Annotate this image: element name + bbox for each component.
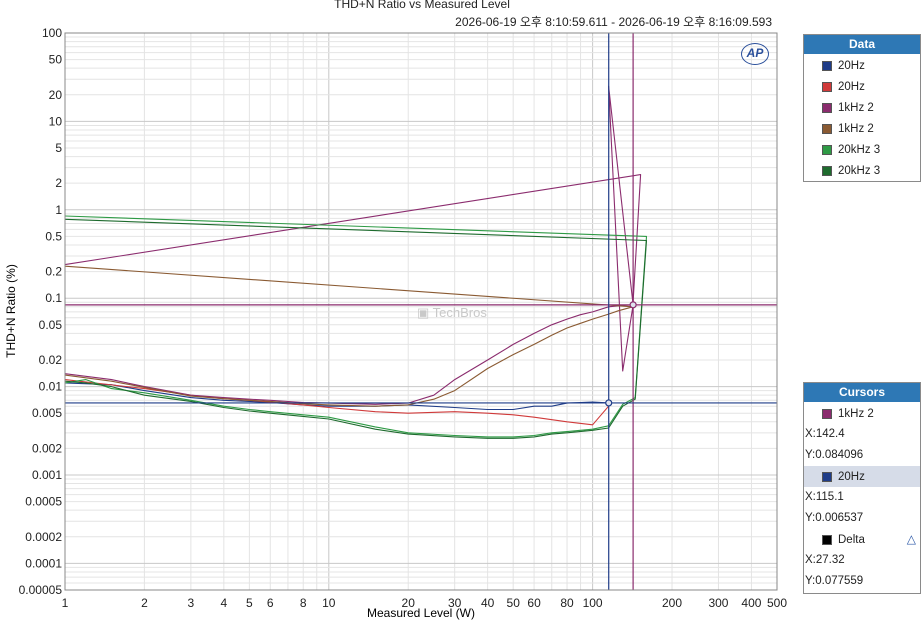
legend-item-1khz-b[interactable]: 1kHz 2 [804, 118, 920, 139]
legend-item-20hz-b[interactable]: 20Hz [804, 76, 920, 97]
y-tick-label: 0.00005 [19, 583, 63, 597]
x-tick-label: 300 [708, 596, 728, 610]
y-axis-label: THD+N Ratio (%) [4, 264, 18, 358]
x-tick-label: 3 [188, 596, 195, 610]
y-tick-label: 10 [49, 114, 63, 128]
cursor-1-x: X:142.4 [805, 428, 845, 440]
y-tick-label: 0.002 [32, 441, 62, 455]
y-tick-label: 1 [55, 203, 62, 217]
delta-icon[interactable]: △ [907, 532, 916, 546]
cursor-swatch [822, 471, 832, 482]
delta-x: X:27.32 [805, 554, 845, 566]
y-tick-label: 0.0001 [25, 556, 62, 570]
y-tick-label: 100 [42, 26, 62, 40]
data-legend-panel: Data 20Hz 20Hz 1kHz 2 1kHz 2 20kHz 3 20k… [803, 34, 921, 182]
y-tick-label: 0.5 [45, 229, 62, 243]
x-tick-label: 8 [300, 596, 307, 610]
x-tick-label: 100 [583, 596, 603, 610]
y-tick-label: 0.0005 [25, 495, 62, 509]
cursor-swatch [822, 408, 832, 419]
x-tick-label: 4 [220, 596, 227, 610]
legend-label: 20Hz [838, 80, 865, 93]
legend-swatch [822, 123, 832, 134]
cursor-1-marker [629, 301, 637, 309]
y-tick-label: 0.2 [45, 265, 62, 279]
y-tick-label: 5 [55, 141, 62, 155]
x-tick-label: 1 [62, 596, 69, 610]
watermark-text: TechBros [432, 305, 487, 320]
y-tick-label: 0.01 [39, 380, 63, 394]
cursor-1-y: Y:0.084096 [805, 449, 864, 461]
x-tick-label: 200 [662, 596, 682, 610]
y-tick-label: 50 [49, 53, 63, 67]
legend-swatch [822, 102, 832, 113]
legend-swatch [822, 144, 832, 155]
cursors-panel-header: Cursors [804, 383, 920, 403]
y-tick-label: 0.02 [39, 353, 63, 367]
cursor-2-item[interactable]: 20Hz [804, 466, 920, 487]
cursors-panel: Cursors 1kHz 2 X:142.4 Y:0.084096 20Hz X… [803, 382, 921, 594]
y-tick-label: 0.1 [45, 291, 62, 305]
cursor-2-y: Y:0.006537 [805, 512, 864, 524]
legend-swatch [822, 81, 832, 92]
delta-y: Y:0.077559 [805, 575, 864, 587]
legend-label: 20kHz 3 [838, 143, 881, 156]
y-tick-label: 2 [55, 176, 62, 190]
legend-item-1khz-a[interactable]: 1kHz 2 [804, 97, 920, 118]
legend-swatch [822, 165, 832, 176]
x-tick-label: 80 [560, 596, 574, 610]
cursor-1-item[interactable]: 1kHz 2 [804, 403, 920, 424]
y-tick-label: 20 [49, 88, 63, 102]
x-tick-label: 500 [767, 596, 787, 610]
watermark: ▣ TechBros [417, 305, 487, 320]
cursor-2-label: 20Hz [838, 470, 865, 483]
data-panel-header: Data [804, 35, 920, 55]
y-tick-label: 0.005 [32, 406, 62, 420]
legend-label: 20kHz 3 [838, 164, 881, 177]
legend-item-20hz-a[interactable]: 20Hz [804, 55, 920, 76]
y-tick-label: 0.001 [32, 468, 62, 482]
series-line-3 [64, 265, 634, 407]
ap-logo: AP [741, 43, 769, 65]
x-tick-label: 5 [246, 596, 253, 610]
x-tick-label: 400 [741, 596, 761, 610]
x-tick-label: 6 [267, 596, 274, 610]
x-tick-label: 50 [507, 596, 521, 610]
y-tick-label: 0.0002 [25, 530, 62, 544]
y-tick-label: 0.05 [39, 318, 63, 332]
legend-label: 1kHz 2 [838, 122, 874, 135]
x-tick-label: 60 [527, 596, 541, 610]
x-axis-label: Measured Level (W) [367, 606, 475, 620]
plot-area[interactable]: 1 2 3 4 5 6 8 10 20 30 40 50 60 80 100 200 300 400 5001005… [0, 0, 800, 624]
delta-label: Delta [838, 533, 865, 546]
cursor-2-marker [605, 399, 613, 407]
legend-item-20khz-b[interactable]: 20kHz 3 [804, 160, 920, 181]
cursor-2-x: X:115.1 [805, 491, 844, 503]
delta-swatch [822, 534, 832, 545]
legend-item-20khz-a[interactable]: 20kHz 3 [804, 139, 920, 160]
cursor-1-label: 1kHz 2 [838, 407, 874, 420]
delta-item[interactable]: Delta △ [804, 529, 920, 550]
legend-label: 1kHz 2 [838, 101, 874, 114]
legend-swatch [822, 60, 832, 71]
x-tick-label: 2 [141, 596, 148, 610]
x-tick-label: 10 [322, 596, 336, 610]
legend-label: 20Hz [838, 59, 865, 72]
x-tick-label: 40 [481, 596, 495, 610]
series-layer [64, 85, 648, 439]
